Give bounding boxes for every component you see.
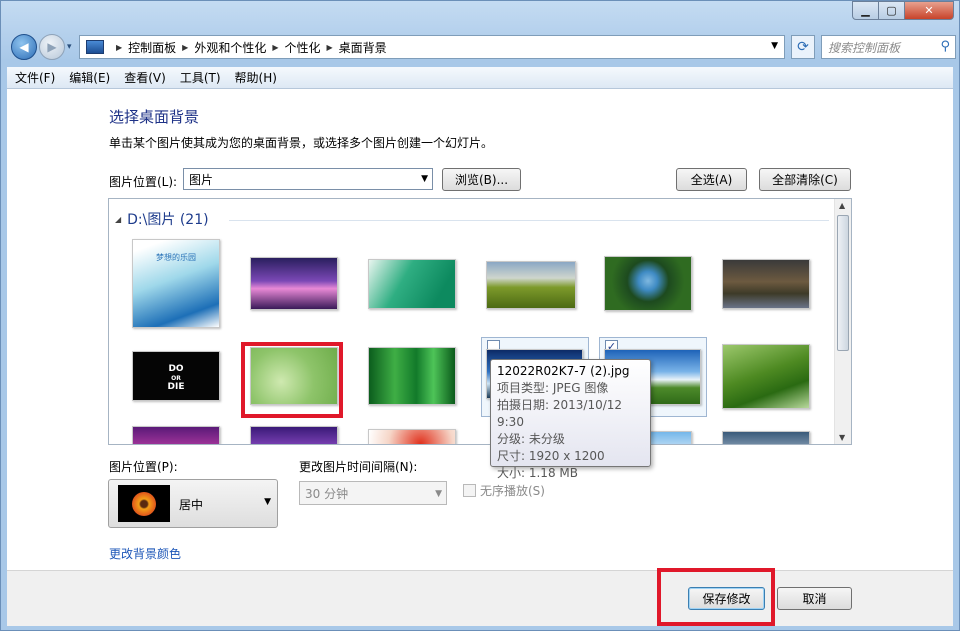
highlight-save-button — [657, 568, 775, 626]
back-arrow-icon: ◀ — [19, 40, 29, 54]
tooltip-rating: 分级: 未分级 — [497, 432, 565, 446]
breadcrumb-item[interactable]: 个性化 — [285, 39, 321, 56]
wallpaper-thumbnail[interactable] — [604, 256, 692, 311]
gallery-group-title: D:\图片 (21) — [127, 212, 209, 228]
scroll-up-icon[interactable]: ▲ — [839, 201, 845, 210]
search-input[interactable]: 搜索控制面板 ⚲ — [821, 35, 956, 59]
search-placeholder: 搜索控制面板 — [828, 40, 901, 55]
menu-view[interactable]: 查看(V) — [124, 69, 166, 86]
flower-image-icon — [132, 491, 156, 516]
gallery-scrollbar[interactable]: ▲ ▼ — [834, 199, 851, 444]
chevron-down-icon[interactable]: ▼ — [771, 41, 778, 51]
search-icon[interactable]: ⚲ — [940, 39, 950, 54]
picture-position-value: 居中 — [179, 498, 204, 512]
thumbnail-caption: OR — [171, 375, 181, 382]
navigation-bar: ◀ ▶ ▾ ▶ 控制面板 ▶ 外观和个性化 ▶ 个性化 ▶ 桌面背景 ▼ ⟳ 搜… — [7, 31, 956, 63]
forward-arrow-icon: ▶ — [47, 40, 57, 54]
forward-button[interactable]: ▶ — [39, 34, 65, 60]
chevron-right-icon: ▶ — [182, 42, 189, 52]
scrollbar-thumb[interactable] — [837, 215, 849, 351]
chevron-down-icon: ▼ — [421, 174, 428, 184]
menu-help[interactable]: 帮助(H) — [235, 69, 277, 86]
thumbnail-caption: DO — [168, 364, 184, 374]
clear-all-button[interactable]: 全部清除(C) — [759, 168, 851, 191]
interval-select[interactable]: 30 分钟 ▼ — [299, 481, 447, 505]
breadcrumb: ▶ 控制面板 ▶ 外观和个性化 ▶ 个性化 ▶ 桌面背景 — [110, 39, 387, 56]
wallpaper-thumbnail[interactable] — [368, 259, 456, 309]
chevron-down-icon: ▼ — [435, 489, 442, 499]
menu-file[interactable]: 文件(F) — [15, 69, 55, 86]
interval-value: 30 分钟 — [305, 486, 349, 501]
shuffle-checkbox[interactable] — [463, 484, 476, 497]
close-button[interactable]: ✕ — [904, 1, 954, 20]
wallpaper-thumbnail[interactable] — [250, 257, 338, 310]
address-bar[interactable]: ▶ 控制面板 ▶ 外观和个性化 ▶ 个性化 ▶ 桌面背景 ▼ — [79, 35, 785, 59]
picture-location-label: 图片位置(L): — [109, 175, 178, 189]
minimize-button[interactable]: ▁ — [852, 1, 879, 20]
select-all-button[interactable]: 全选(A) — [676, 168, 747, 191]
tooltip-dimensions: 尺寸: 1920 x 1200 — [497, 449, 605, 463]
wallpaper-thumbnail[interactable] — [486, 261, 576, 309]
recent-pages-dropdown[interactable]: ▾ — [67, 42, 72, 52]
wallpaper-thumbnail[interactable] — [368, 347, 456, 405]
thumbnail-caption: DIE — [167, 382, 185, 392]
page-title: 选择桌面背景 — [109, 108, 200, 126]
chevron-right-icon: ▶ — [326, 42, 333, 52]
wallpaper-thumbnail[interactable] — [722, 259, 810, 309]
refresh-icon: ⟳ — [797, 39, 809, 55]
wallpaper-thumbnail[interactable]: DO OR DIE — [132, 351, 220, 401]
back-button[interactable]: ◀ — [11, 34, 37, 60]
menu-edit[interactable]: 编辑(E) — [69, 69, 110, 86]
browse-button[interactable]: 浏览(B)... — [442, 168, 521, 191]
wallpaper-thumbnail[interactable]: 梦想的乐园 — [132, 239, 220, 328]
thumbnail-tooltip: 12022R02K7-7 (2).jpg 项目类型: JPEG 图像 拍摄日期:… — [490, 359, 651, 480]
footer-bar: 保存修改 取消 — [7, 568, 953, 626]
tooltip-size: 大小: 1.18 MB — [497, 466, 578, 480]
chevron-right-icon: ▶ — [272, 42, 279, 52]
cancel-button[interactable]: 取消 — [777, 587, 852, 610]
picture-location-select[interactable]: 图片 ▼ — [183, 168, 433, 190]
thumbnail-caption: 梦想的乐园 — [156, 253, 196, 262]
chevron-down-icon: ▼ — [264, 497, 271, 507]
position-preview — [118, 485, 170, 522]
gallery-group-header[interactable]: ◢ D:\图片 (21) — [115, 209, 209, 229]
picture-position-label: 图片位置(P): — [109, 460, 178, 474]
main-content: 选择桌面背景 单击某个图片使其成为您的桌面背景，或选择多个图片创建一个幻灯片。 … — [7, 89, 953, 570]
window: ▁ ▢ ✕ ◀ ▶ ▾ ▶ 控制面板 ▶ 外观和个性化 ▶ 个性化 ▶ 桌面背景… — [0, 0, 960, 631]
tooltip-type: 项目类型: JPEG 图像 — [497, 381, 609, 395]
picture-location-value: 图片 — [189, 172, 214, 187]
wallpaper-thumbnail[interactable] — [132, 426, 220, 444]
breadcrumb-item[interactable]: 控制面板 — [128, 39, 176, 56]
tooltip-date: 拍摄日期: 2013/10/12 9:30 — [497, 398, 623, 429]
group-divider — [229, 220, 829, 221]
tooltip-filename: 12022R02K7-7 (2).jpg — [497, 364, 630, 378]
wallpaper-thumbnail[interactable] — [722, 344, 810, 409]
breadcrumb-item[interactable]: 外观和个性化 — [194, 39, 266, 56]
menu-bar: 文件(F) 编辑(E) 查看(V) 工具(T) 帮助(H) — [7, 67, 953, 89]
maximize-button[interactable]: ▢ — [878, 1, 905, 20]
page-description: 单击某个图片使其成为您的桌面背景，或选择多个图片创建一个幻灯片。 — [109, 136, 494, 150]
shuffle-label: 无序播放(S) — [480, 484, 545, 498]
wallpaper-thumbnail[interactable] — [368, 429, 456, 444]
refresh-button[interactable]: ⟳ — [791, 35, 815, 59]
collapse-triangle-icon[interactable]: ◢ — [115, 215, 121, 224]
picture-gallery[interactable]: ◢ D:\图片 (21) 梦想的乐园 DO OR DIE ✓ ▲ ▼ — [108, 198, 852, 445]
wallpaper-thumbnail[interactable] — [722, 431, 810, 444]
interval-label: 更改图片时间间隔(N): — [299, 460, 418, 474]
control-panel-icon — [86, 40, 104, 54]
chevron-right-icon: ▶ — [116, 42, 123, 52]
change-background-color-link[interactable]: 更改背景颜色 — [109, 545, 181, 562]
picture-position-select[interactable]: 居中 ▼ — [108, 479, 278, 528]
scroll-down-icon[interactable]: ▼ — [839, 433, 845, 442]
menu-tools[interactable]: 工具(T) — [180, 69, 221, 86]
wallpaper-thumbnail[interactable] — [250, 426, 338, 444]
breadcrumb-item[interactable]: 桌面背景 — [339, 39, 387, 56]
highlight-selected-thumbnail — [241, 342, 343, 418]
